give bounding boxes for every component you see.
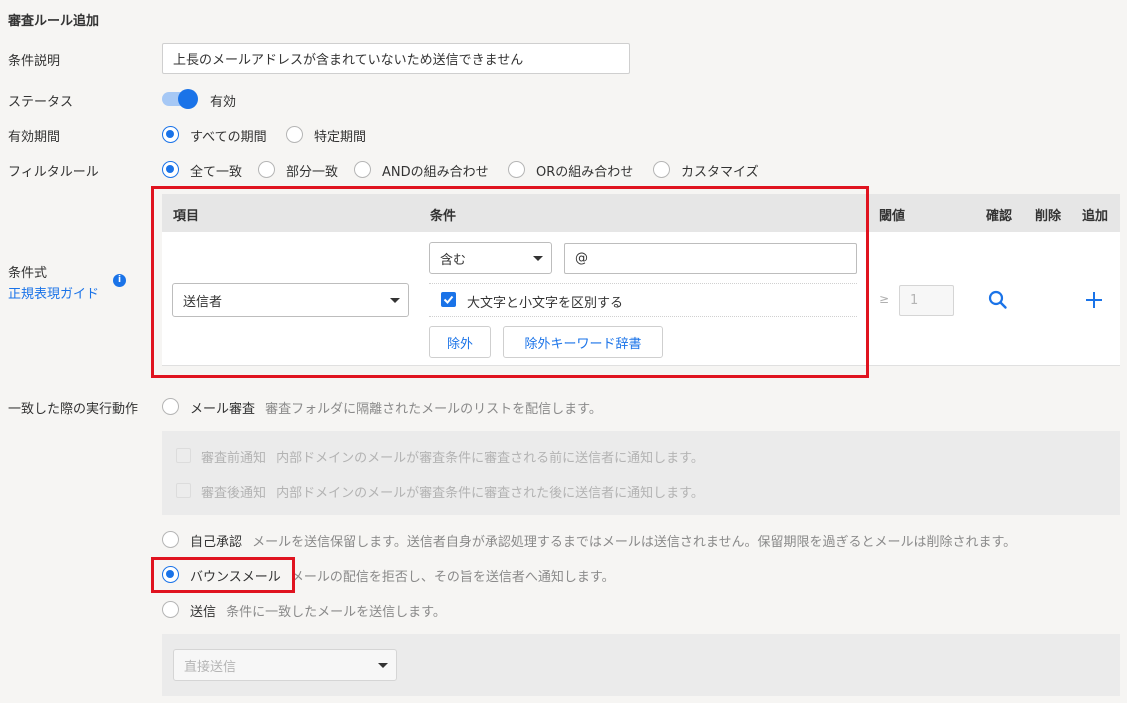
threshold-input[interactable]: 1 <box>899 285 954 316</box>
mail-review-option: メール審査 審査フォルダに隔離されたメールのリストを配信します。 <box>190 398 602 417</box>
self-approval-desc: メールを送信保留します。送信者自身が承認処理するまではメールは送信されません。保… <box>252 535 1017 550</box>
post-notify-title: 審査後通知 <box>201 486 267 501</box>
search-icon[interactable] <box>987 289 1009 311</box>
status-value: 有効 <box>210 95 237 110</box>
description-input[interactable]: 上長のメールアドレスが含まれていないため送信できません <box>162 43 630 74</box>
filter-and-label: ANDの組み合わせ <box>382 165 489 180</box>
pre-notify-checkbox[interactable] <box>176 448 191 463</box>
self-approval-title: 自己承認 <box>190 535 243 550</box>
page-title: 審査ルール追加 <box>8 14 100 29</box>
mail-review-radio[interactable] <box>162 398 179 415</box>
period-specific-label: 特定期間 <box>314 130 367 145</box>
description-label: 条件説明 <box>8 54 61 69</box>
filter-all-radio[interactable] <box>162 161 179 178</box>
post-notify-checkbox[interactable] <box>176 483 191 498</box>
header-delete: 削除 <box>1035 209 1062 224</box>
review-notify-panel <box>162 431 1120 515</box>
post-notify-desc: 内部ドメインのメールが審査条件に審査された後に送信者に通知します。 <box>276 486 704 501</box>
info-icon[interactable]: i <box>113 274 126 287</box>
filter-custom-label: カスタマイズ <box>681 165 759 180</box>
add-icon[interactable] <box>1083 289 1105 311</box>
period-all-radio[interactable] <box>162 126 179 143</box>
mail-review-title: メール審査 <box>190 402 256 417</box>
period-label: 有効期間 <box>8 130 61 145</box>
send-option: 送信 条件に一致したメールを送信します。 <box>190 601 446 620</box>
header-confirm: 確認 <box>986 209 1013 224</box>
send-desc: 条件に一致したメールを送信します。 <box>226 605 446 620</box>
filter-partial-label: 部分一致 <box>286 165 339 180</box>
threshold-symbol: ≥ <box>879 292 890 306</box>
period-specific-radio[interactable] <box>286 126 303 143</box>
pre-notify-option: 審査前通知 内部ドメインのメールが審査条件に審査される前に送信者に通知します。 <box>201 447 704 466</box>
bounce-desc: メールの配信を拒否し、その旨を送信者へ通知します。 <box>290 570 615 585</box>
pre-notify-title: 審査前通知 <box>201 451 267 466</box>
filter-label: フィルタルール <box>8 165 99 180</box>
post-notify-option: 審査後通知 内部ドメインのメールが審査条件に審査された後に送信者に通知します。 <box>201 482 704 501</box>
filter-all-label: 全て一致 <box>190 165 243 180</box>
header-add: 追加 <box>1082 209 1109 224</box>
send-method-select[interactable]: 直接送信 <box>173 649 397 681</box>
chevron-down-icon <box>378 663 388 668</box>
mail-review-desc: 審査フォルダに隔離されたメールのリストを配信します。 <box>265 402 602 417</box>
highlight-condition-box <box>151 186 869 378</box>
filter-partial-radio[interactable] <box>258 161 275 178</box>
send-title: 送信 <box>190 605 217 620</box>
condition-label: 条件式 <box>8 266 48 281</box>
header-threshold: 閾値 <box>879 209 906 224</box>
actions-label: 一致した際の実行動作 <box>8 402 139 417</box>
self-approval-radio[interactable] <box>162 531 179 548</box>
filter-or-label: ORの組み合わせ <box>536 165 634 180</box>
filter-or-radio[interactable] <box>508 161 525 178</box>
send-radio[interactable] <box>162 601 179 618</box>
highlight-bounce-box <box>151 557 295 593</box>
filter-custom-radio[interactable] <box>653 161 670 178</box>
self-approval-option: 自己承認 メールを送信保留します。送信者自身が承認処理するまではメールは送信され… <box>190 531 1016 550</box>
filter-and-radio[interactable] <box>354 161 371 178</box>
regex-guide-link[interactable]: 正規表現ガイド <box>8 283 99 302</box>
period-all-label: すべての期間 <box>190 130 267 145</box>
pre-notify-desc: 内部ドメインのメールが審査条件に審査される前に送信者に通知します。 <box>276 451 704 466</box>
send-method-value: 直接送信 <box>184 659 237 675</box>
status-label: ステータス <box>8 95 74 110</box>
status-toggle[interactable] <box>162 89 198 109</box>
